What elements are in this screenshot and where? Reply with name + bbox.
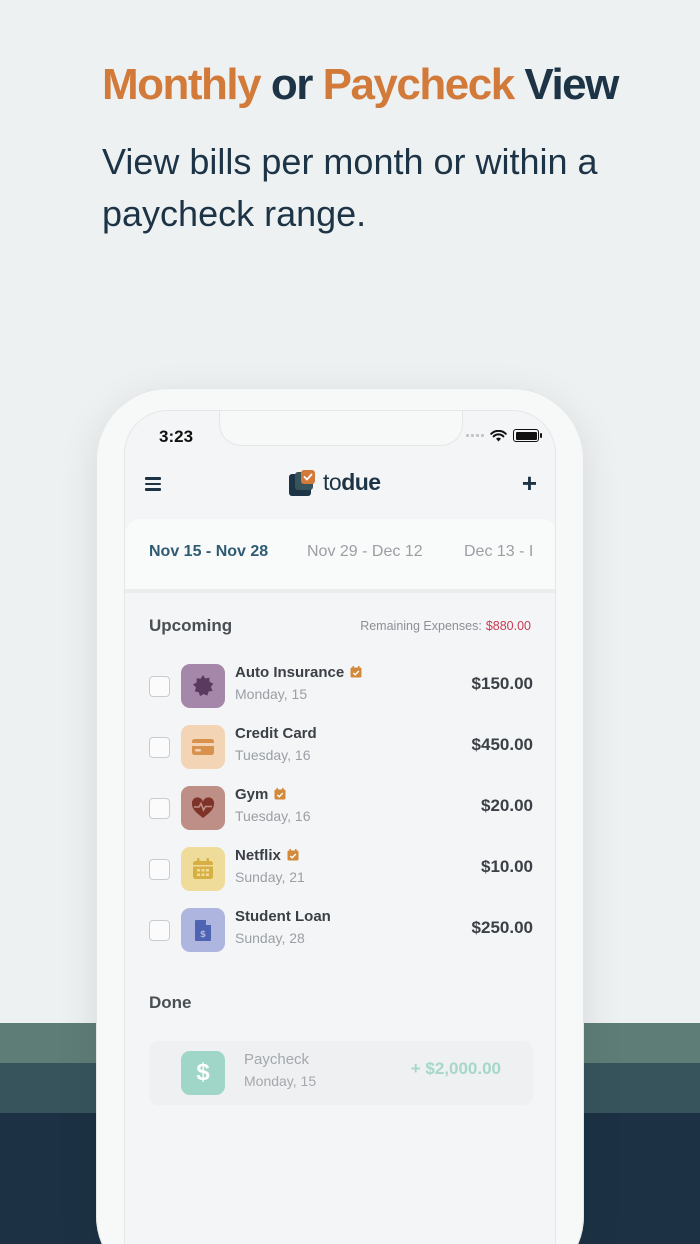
tab-dec13[interactable]: Dec 13 - I <box>464 543 533 561</box>
done-item-date: Monday, 15 <box>244 1073 317 1089</box>
status-time: 3:23 <box>159 427 194 446</box>
hamburger-icon[interactable] <box>145 477 161 491</box>
bill-checkbox[interactable] <box>149 798 170 819</box>
bill-amount: $20.00 <box>481 796 533 815</box>
bill-name: Auto Insurance <box>235 664 362 681</box>
credit-card-icon <box>181 725 225 769</box>
dollar-icon: $ <box>181 1051 225 1095</box>
bill-checkbox[interactable] <box>149 676 170 697</box>
done-item-paycheck[interactable]: $ Paycheck Monday, 15 + $2,000.00 <box>149 1041 533 1105</box>
subtitle: View bills per month or within a paychec… <box>102 141 598 234</box>
bill-checkbox[interactable] <box>149 859 170 880</box>
app-logo: todue <box>289 469 381 496</box>
tab-nov29-dec12[interactable]: Nov 29 - Dec 12 <box>307 543 423 561</box>
add-bill-button[interactable]: + <box>522 470 537 496</box>
bill-name: Student Loan <box>235 908 331 925</box>
bill-amount: $10.00 <box>481 857 533 876</box>
remaining-expenses: Remaining Expenses: $880.00 <box>360 619 531 633</box>
bill-date: Monday, 15 <box>235 686 308 702</box>
bill-date: Sunday, 21 <box>235 869 305 885</box>
bill-name: Netflix <box>235 847 299 864</box>
bill-name: Credit Card <box>235 725 317 742</box>
bill-row[interactable]: Credit Card Tuesday, 16 $450.00 <box>125 717 555 777</box>
headline: Monthly or Paycheck View <box>102 60 619 110</box>
bill-checkbox[interactable] <box>149 920 170 941</box>
signal-icon <box>466 434 484 437</box>
phone-screen: 3:23 todue + Nov 15 - Nov 28 Nov 29 - De… <box>124 410 556 1244</box>
bill-amount: $450.00 <box>471 735 533 754</box>
autopay-calendar-icon <box>350 666 362 678</box>
done-title: Done <box>149 993 192 1012</box>
upcoming-title: Upcoming <box>149 616 233 635</box>
document-dollar-icon: $ <box>181 908 225 952</box>
paycheck-range-tabs: Nov 15 - Nov 28 Nov 29 - Dec 12 Dec 13 -… <box>125 519 555 589</box>
remaining-amount: $880.00 <box>485 619 531 633</box>
bill-row[interactable]: Gym Tuesday, 16 $20.00 <box>125 778 555 838</box>
bill-name: Gym <box>235 786 286 803</box>
wifi-icon <box>490 429 507 441</box>
bill-row[interactable]: Auto Insurance Monday, 15 $150.00 <box>125 656 555 716</box>
headline-or: or <box>270 60 314 109</box>
done-item-amount: + $2,000.00 <box>410 1059 501 1078</box>
badge-icon <box>181 664 225 708</box>
heart-pulse-icon <box>181 786 225 830</box>
divider <box>125 589 555 593</box>
remaining-label: Remaining Expenses: <box>360 619 482 633</box>
headline-paycheck: Paycheck <box>322 60 516 109</box>
battery-icon <box>513 429 542 442</box>
bill-amount: $250.00 <box>471 918 533 937</box>
svg-text:$: $ <box>200 930 206 940</box>
calendar-icon <box>181 847 225 891</box>
done-item-name: Paycheck <box>244 1051 310 1068</box>
headline-monthly: Monthly <box>102 60 262 109</box>
bill-amount: $150.00 <box>471 674 533 693</box>
bill-date: Tuesday, 16 <box>235 747 311 763</box>
bill-row[interactable]: Netflix Sunday, 21 $10.00 <box>125 839 555 899</box>
logo-text: todue <box>323 469 381 495</box>
autopay-calendar-icon <box>287 849 299 861</box>
autopay-calendar-icon <box>274 788 286 800</box>
logo-mark-icon <box>289 469 315 496</box>
phone-notch <box>219 411 463 446</box>
bill-date: Tuesday, 16 <box>235 808 311 824</box>
headline-view: View <box>524 60 619 109</box>
bill-date: Sunday, 28 <box>235 930 305 946</box>
bill-checkbox[interactable] <box>149 737 170 758</box>
bill-row[interactable]: $ Student Loan Sunday, 28 $250.00 <box>125 900 555 960</box>
status-icons <box>466 429 542 442</box>
tab-nov15-nov28[interactable]: Nov 15 - Nov 28 <box>149 543 268 561</box>
